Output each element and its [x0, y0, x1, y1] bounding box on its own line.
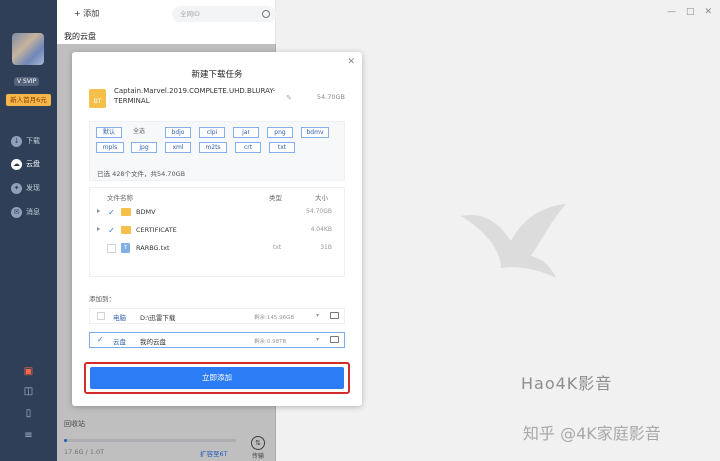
destination-path: 我的云盘 — [140, 338, 166, 346]
destination-path: D:\迅雷下载 — [140, 314, 176, 322]
text-file-icon: T — [121, 243, 130, 253]
filter-tag-all[interactable]: 全选 — [127, 127, 151, 138]
download-icon: ↓ — [11, 135, 22, 147]
table-row[interactable]: T RARBG.txt txt 31B — [90, 240, 344, 258]
avatar[interactable] — [12, 33, 44, 65]
rail-item-label: 下载 — [26, 137, 40, 145]
filter-tag-jpg[interactable]: jpg — [131, 142, 157, 153]
destination-label: 电脑 — [113, 314, 126, 322]
rail-item-label: 发现 — [26, 184, 40, 192]
radio-checked[interactable]: ✓ — [97, 336, 105, 344]
radio-unchecked[interactable] — [97, 312, 105, 320]
chevron-down-icon[interactable]: ▾ — [316, 336, 319, 343]
filter-tag-xml[interactable]: xml — [165, 142, 191, 153]
filter-tag-bdjo[interactable]: bdjo — [165, 127, 191, 138]
menu-icon[interactable]: ≡ — [0, 430, 57, 441]
file-size-cell: 54.70GB — [306, 208, 332, 215]
search-input[interactable]: 全网ID — [172, 6, 276, 22]
table-row[interactable]: ✓ BDMV 54.70GB — [90, 204, 344, 222]
filter-tag-png[interactable]: png — [267, 127, 293, 138]
destination-cloud[interactable]: ✓ 云盘 我的云盘 剩余:0.98TB ▾ — [89, 332, 345, 348]
add-now-button[interactable]: 立即添加 — [90, 367, 344, 389]
search-placeholder: 全网ID — [180, 10, 200, 18]
rail-item-label: 消息 — [26, 208, 40, 216]
filter-tag-mpls[interactable]: mpls — [96, 142, 124, 153]
destination-computer[interactable]: 电脑 D:\迅雷下载 剩余:145.96GB ▾ — [89, 308, 345, 324]
selection-info: 已选 428个文件，共54.70GB — [97, 170, 186, 178]
dialog-title: 新建下载任务 — [191, 70, 243, 80]
file-size: 54.70GB — [316, 93, 345, 101]
phone-icon[interactable]: ▯ — [0, 408, 57, 419]
box-icon[interactable]: ◫ — [0, 386, 57, 397]
search-icon[interactable] — [262, 10, 270, 18]
file-name: Captain.Marvel.2019.COMPLETE.UHD.BLURAY-… — [114, 87, 276, 105]
file-list: 文件名称 类型 大小 ✓ BDMV 54.70GB ✓ CERTIFICATE … — [89, 187, 345, 277]
checkbox-unchecked[interactable] — [107, 244, 116, 253]
folder-icon — [121, 226, 131, 234]
checkbox-checked[interactable]: ✓ — [107, 208, 116, 217]
col-header-type: 类型 — [269, 194, 282, 202]
destination-label: 云盘 — [113, 338, 126, 346]
folder-browse-icon[interactable] — [330, 336, 339, 343]
cloud-icon: ☁ — [11, 158, 22, 170]
table-row[interactable]: ✓ CERTIFICATE 4.04KB — [90, 222, 344, 240]
col-header-size: 大小 — [315, 194, 328, 202]
filter-tag-m2ts[interactable]: m2ts — [199, 142, 227, 153]
maximize-icon[interactable]: □ — [686, 7, 695, 17]
destination-free-space: 剩余:145.96GB — [254, 315, 295, 321]
add-button[interactable]: + 添加 — [74, 8, 99, 19]
expand-icon[interactable] — [97, 209, 100, 213]
filter-tag-bdmv[interactable]: bdmv — [301, 127, 329, 138]
filter-tag-crt[interactable]: crt — [235, 142, 261, 153]
destination-free-space: 剩余:0.98TB — [254, 339, 287, 345]
file-name-cell: CERTIFICATE — [136, 226, 177, 234]
add-to-label: 添加到： — [89, 295, 115, 303]
filter-tag-txt[interactable]: txt — [269, 142, 295, 153]
edit-icon[interactable]: ✎ — [286, 94, 292, 102]
folder-browse-icon[interactable] — [330, 312, 339, 319]
filter-tag-default[interactable]: 默认 — [96, 127, 122, 138]
bird-logo-icon — [461, 204, 566, 278]
chevron-down-icon[interactable]: ▾ — [316, 312, 319, 319]
folder-icon — [121, 208, 131, 216]
close-icon[interactable]: ✕ — [347, 57, 355, 67]
rail-item-label: 云盘 — [26, 160, 40, 168]
rail-item-discover[interactable]: ✦ 发现 — [0, 178, 57, 198]
watermark-brand: Hao4K影音 — [521, 374, 613, 393]
checkbox-checked[interactable]: ✓ — [107, 226, 116, 235]
rail-item-download[interactable]: ↓ 下载 — [0, 131, 57, 151]
rail-item-messages[interactable]: ✉ 消息 — [0, 202, 57, 222]
compass-icon: ✦ — [11, 182, 22, 194]
watermark-credit: 知乎 @4K家庭影音 — [523, 424, 661, 443]
bt-file-icon: BT — [89, 89, 106, 108]
window-controls: — □ ✕ — [667, 7, 712, 17]
new-download-dialog: 新建下载任务 ✕ BT Captain.Marvel.2019.COMPLETE… — [72, 52, 362, 406]
gift-icon[interactable]: ▣ — [0, 366, 57, 377]
my-cloud-title[interactable]: 我的云盘 — [64, 31, 96, 42]
promo-banner[interactable]: 新人首月6元 — [6, 94, 51, 106]
expand-icon[interactable] — [97, 227, 100, 231]
message-icon: ✉ — [11, 206, 22, 218]
file-name-cell: RARBG.txt — [136, 244, 170, 252]
close-icon[interactable]: ✕ — [704, 7, 712, 17]
minimize-icon[interactable]: — — [667, 7, 676, 17]
file-size-cell: 31B — [320, 244, 332, 251]
vip-badge: V SVIP — [14, 77, 40, 86]
left-rail: V SVIP 新人首月6元 ↓ 下载 ☁ 云盘 ✦ 发现 ✉ 消息 ▣ ◫ ▯ … — [0, 0, 57, 461]
col-header-name: 文件名称 — [107, 194, 133, 202]
file-name-cell: BDMV — [136, 208, 156, 216]
rail-item-cloud[interactable]: ☁ 云盘 — [0, 154, 57, 174]
filter-tag-clpi[interactable]: clpi — [199, 127, 225, 138]
file-size-cell: 4.04KB — [310, 226, 332, 233]
filter-tag-jar[interactable]: jar — [233, 127, 259, 138]
file-type-cell: txt — [273, 244, 282, 251]
